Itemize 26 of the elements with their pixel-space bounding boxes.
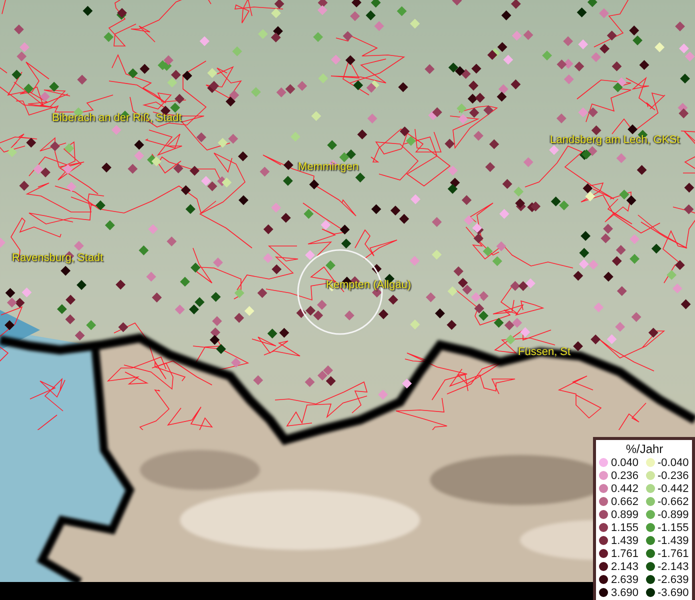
legend-label: -3.690 [658, 586, 689, 598]
legend-label: -1.155 [658, 522, 689, 534]
legend-title: %/Jahr [624, 442, 664, 456]
legend-label: 0.236 [611, 470, 639, 482]
legend-label: -0.236 [658, 470, 689, 482]
legend-label: 0.899 [611, 508, 639, 520]
legend-label: -2.143 [658, 560, 689, 572]
legend-label: 2.639 [611, 574, 639, 586]
legend-label: -0.040 [658, 456, 689, 468]
place-label: Memmingen [298, 161, 359, 173]
place-label: Landsberg am Lech, GKSt [550, 134, 680, 146]
legend-label: 1.761 [611, 548, 639, 560]
legend-label: 2.143 [611, 560, 639, 572]
legend-label: -1.761 [658, 548, 689, 560]
legend-label: 1.155 [611, 522, 639, 534]
legend-label: -1.439 [658, 534, 689, 546]
legend-label: -0.662 [658, 496, 689, 508]
legend-label: 0.442 [611, 482, 639, 494]
legend-label: 3.690 [611, 586, 639, 598]
legend-label: 1.439 [611, 534, 639, 546]
legend-label: 0.040 [611, 456, 639, 468]
legend-label: -2.639 [658, 574, 689, 586]
legend-label: -0.899 [658, 508, 689, 520]
legend-label: 0.662 [611, 496, 639, 508]
place-label: Füssen, St [518, 346, 571, 358]
legend-label: -0.442 [658, 482, 689, 494]
